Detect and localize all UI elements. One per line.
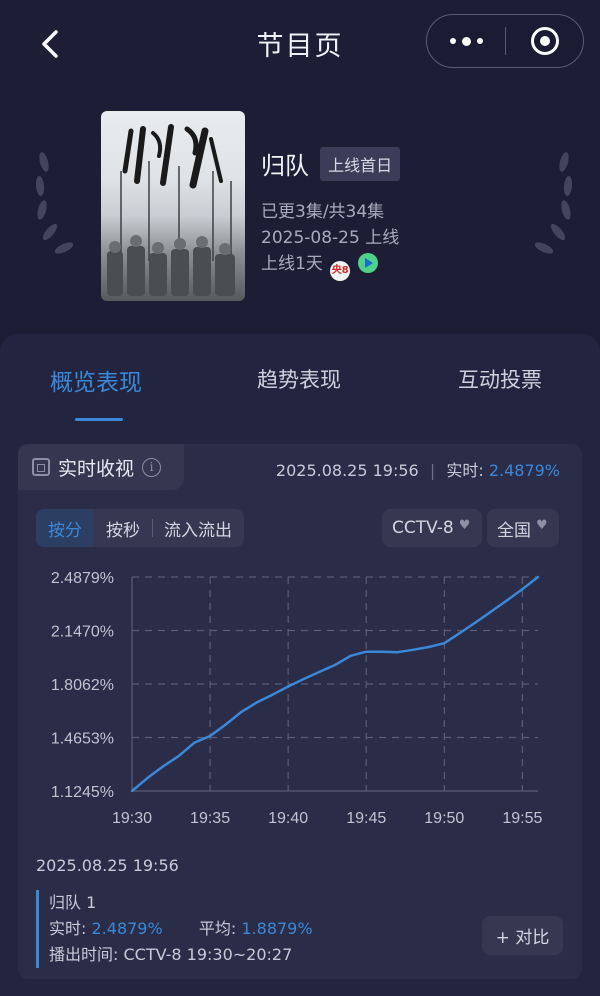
data-point [349,654,352,657]
data-point [505,599,508,602]
tab-bar: 概览表现 趋势表现 互动投票 [0,334,600,424]
active-tab-indicator [75,418,123,421]
tab-trend[interactable]: 趋势表现 [257,364,341,394]
granularity-toggle: 按分 按秒 流入流出 [36,509,244,547]
x-tick-label: 19:45 [346,810,386,827]
ratings-line-chart: 2.4879% 2.1470% 1.8062% 1.4653% 1.1245% 19:30… [51,570,543,827]
data-point [443,642,446,645]
realtime-label: 实时收视 i [18,444,184,490]
data-point [177,754,181,758]
data-point [302,677,305,681]
data-point [333,663,337,667]
program-poster[interactable] [101,111,245,301]
data-point [396,650,399,654]
tooltip-values-row: 实时: 2.4879% 平均: 1.8879% [49,916,313,942]
cctv8-channel-icon: 央8 [330,261,351,281]
y-tick-label: 1.8062% [51,677,114,694]
data-point [162,765,165,768]
tooltip-now-label: 实时: [49,919,87,938]
compare-button[interactable]: + 对比 [482,916,563,955]
nav-bar: 节目页 [0,0,600,90]
online-days-row: 上线1天 央8 [261,253,400,281]
data-point [427,645,430,649]
x-tick-label: 19:40 [268,810,308,827]
data-point [536,575,540,579]
data-point [255,701,259,704]
tab-overview[interactable]: 概览表现 [50,363,142,397]
tooltip-avg-label: 平均: [198,919,237,938]
region-select-value: 全国 [497,520,531,541]
tooltip-now-value: 2.4879% [91,919,163,938]
tooltip-airtime-value: CCTV-8 19:30~20:27 [123,945,293,964]
data-point [146,776,149,780]
info-icon[interactable]: i [142,457,162,477]
tooltip-details: 归队 1 实时: 2.4879% 平均: 1.8879% 播出时间: CCTV-… [36,890,313,968]
y-tick-label: 2.1470% [51,624,114,641]
data-point [271,693,274,696]
region-select[interactable]: 全国 [487,509,559,547]
realtime-now-label: 实时: [446,461,484,480]
status-badge: 上线首日 [320,146,401,181]
laurel-icon [35,152,74,254]
seg-by-second[interactable]: 按秒 [94,509,152,547]
data-point [365,650,368,653]
data-point [489,610,493,613]
program-info: 归队 上线首日 已更3集/共34集 2025-08-25 上线 上线1天 央8 [261,146,401,281]
x-tick-label: 19:50 [424,810,464,827]
seg-flow[interactable]: 流入流出 [152,509,244,547]
data-point [208,734,212,738]
channel-select[interactable]: CCTV-8 [382,509,482,547]
data-point [474,621,477,624]
data-point [411,648,415,652]
tooltip-series-name: 归队 1 [49,893,97,912]
mini-program-capsule [426,14,584,68]
card-header: 实时收视 i 2025.08.25 19:56 | 实时: 2.4879% [18,444,582,490]
calendar-icon [32,458,50,476]
ratings-chart: 2.4879% 2.1470% 1.8062% 1.4653% 1.1245% 19:30… [18,559,582,849]
dropdown-arrow-icon [536,518,549,534]
more-button[interactable] [427,15,505,67]
poster-artwork [107,124,235,296]
tooltip-avg-value: 1.8879% [241,919,313,938]
tooltip-time: 2025.08.25 19:56 [36,856,179,875]
data-point [458,631,462,635]
data-point [286,685,290,688]
data-point [224,723,227,726]
realtime-summary: 2025.08.25 19:56 | 实时: 2.4879% [275,461,560,480]
tooltip-airtime-label: 播出时间: [49,945,119,964]
stats-panel: 概览表现 趋势表现 互动投票 实时收视 i 2025.08.25 19:56 |… [0,334,600,996]
tooltip-airtime-row: 播出时间: CCTV-8 19:30~20:27 [49,942,313,968]
x-tick-label: 19:55 [502,810,542,827]
realtime-card: 实时收视 i 2025.08.25 19:56 | 实时: 2.4879% 按分… [18,444,582,979]
tab-vote[interactable]: 互动投票 [458,364,542,394]
dropdown-arrow-icon [459,518,472,534]
program-name: 归队 [261,152,309,180]
episode-count: 已更3集/共34集 [261,202,385,222]
realtime-now-value: 2.4879% [488,461,560,480]
data-point [130,789,134,793]
data-point [521,587,524,591]
target-icon [530,27,559,55]
y-tick-label: 1.1245% [51,784,114,801]
data-point [380,650,384,653]
play-platform-icon [357,253,378,273]
channel-select-value: CCTV-8 [392,518,454,538]
launch-date: 2025-08-25 上线 [261,228,400,248]
online-days: 上线1天 [261,254,323,274]
realtime-title: 实时收视 [58,457,135,480]
y-tick-label: 2.4879% [51,570,114,587]
data-point [318,670,321,674]
realtime-timestamp: 2025.08.25 19:56 [275,461,419,480]
seg-by-minute[interactable]: 按分 [36,509,94,547]
laurel-icon [534,152,573,254]
close-mini-program-button[interactable] [506,15,583,67]
data-point [240,710,243,714]
data-point [193,741,196,744]
series-line-guidui [131,576,539,792]
x-tick-label: 19:35 [190,810,230,827]
x-tick-label: 19:30 [112,810,152,827]
y-tick-label: 1.4653% [51,731,114,748]
